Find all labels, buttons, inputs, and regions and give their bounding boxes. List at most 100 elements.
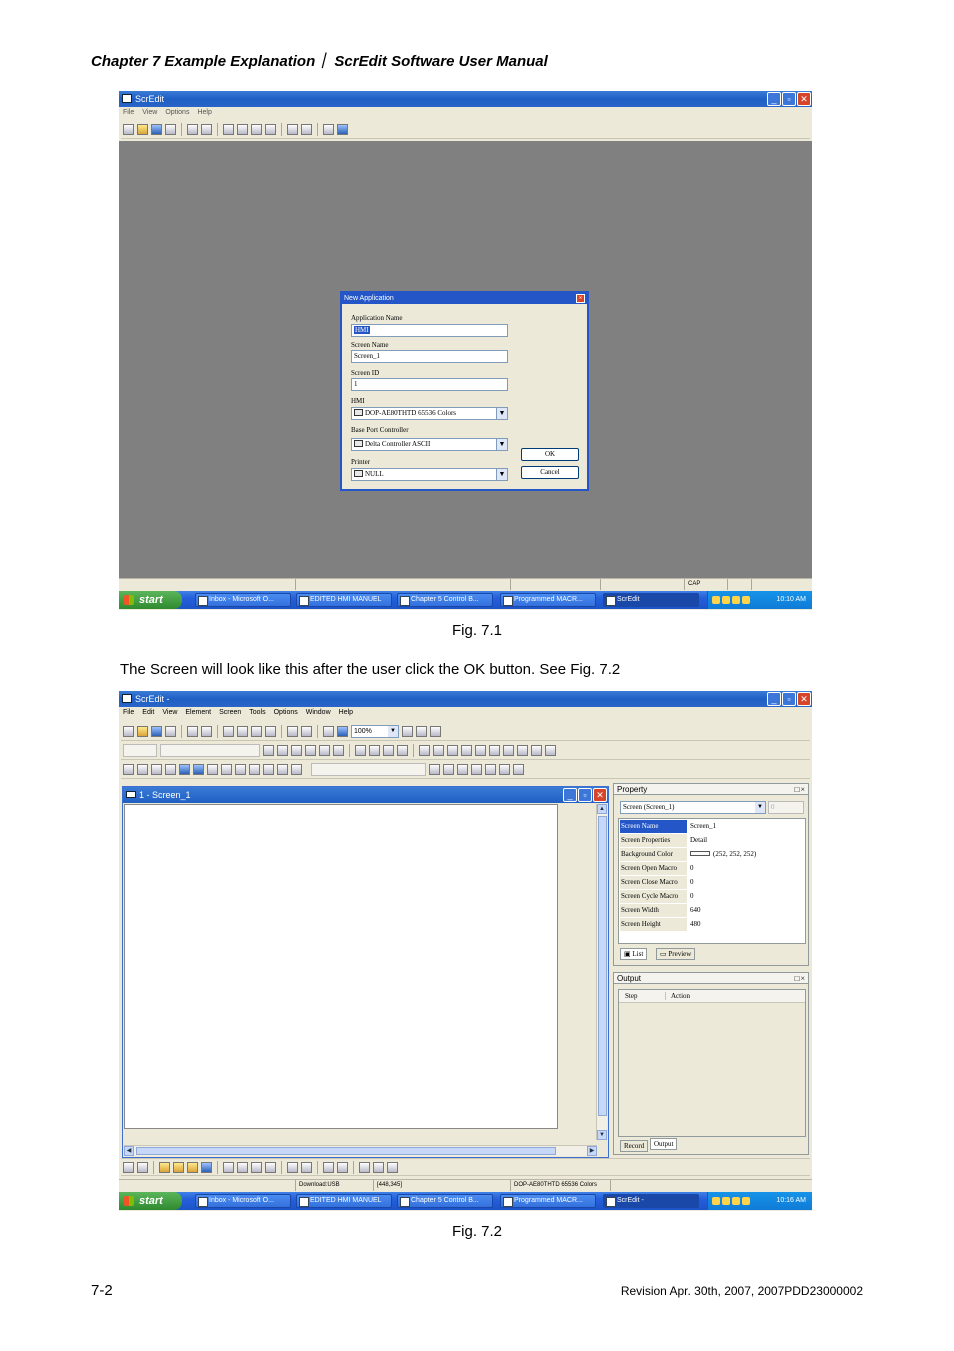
task-programmed-macro[interactable]: Programmed MACR... bbox=[500, 593, 596, 607]
property-row[interactable]: Screen Open Macro 0 bbox=[620, 862, 806, 875]
layer-up-icon[interactable] bbox=[503, 745, 514, 756]
element-select[interactable] bbox=[311, 763, 426, 776]
align-right-icon[interactable] bbox=[291, 745, 302, 756]
underline-icon[interactable] bbox=[397, 745, 408, 756]
backward-icon[interactable] bbox=[201, 1161, 212, 1173]
task-inbox[interactable]: Inbox - Microsoft O... bbox=[195, 593, 291, 607]
minimize-button[interactable]: _ bbox=[767, 692, 781, 706]
tray-icon[interactable] bbox=[712, 596, 720, 604]
tray-icon[interactable] bbox=[722, 596, 730, 604]
start-button[interactable]: start bbox=[119, 591, 182, 609]
input-element-icon[interactable] bbox=[249, 764, 260, 775]
transform-icon[interactable] bbox=[447, 745, 458, 756]
cut-icon[interactable] bbox=[223, 726, 234, 737]
save-icon[interactable] bbox=[151, 124, 162, 135]
font-color-icon[interactable] bbox=[355, 745, 366, 756]
paste-icon[interactable] bbox=[251, 726, 262, 737]
redo-icon[interactable] bbox=[201, 124, 212, 135]
fill-icon[interactable] bbox=[433, 745, 444, 756]
print-icon[interactable] bbox=[323, 124, 334, 135]
screen-canvas[interactable] bbox=[124, 804, 558, 1129]
lamp-element-icon[interactable] bbox=[193, 764, 204, 775]
tray-icon[interactable] bbox=[722, 1197, 730, 1205]
tab-preview[interactable]: ▭ Preview bbox=[656, 948, 696, 960]
same-height-icon[interactable] bbox=[301, 1161, 312, 1173]
property-row[interactable]: Screen Name Screen_1 bbox=[620, 820, 806, 833]
screen-icon[interactable] bbox=[287, 124, 298, 135]
export-icon[interactable] bbox=[165, 726, 176, 737]
bold-icon[interactable] bbox=[369, 745, 380, 756]
pipe-element-icon[interactable] bbox=[165, 764, 176, 775]
scroll-thumb[interactable] bbox=[136, 1147, 556, 1155]
scroll-right-icon[interactable]: ▶ bbox=[587, 1146, 597, 1156]
font-select[interactable] bbox=[160, 744, 260, 757]
unlock-icon[interactable] bbox=[545, 745, 556, 756]
object-number[interactable]: 0 bbox=[768, 801, 804, 814]
chevron-down-icon[interactable]: ▼ bbox=[496, 469, 507, 480]
space-vertical-icon[interactable] bbox=[337, 1161, 348, 1173]
scroll-down-icon[interactable]: ▼ bbox=[597, 1130, 607, 1140]
align-left-icon[interactable] bbox=[263, 745, 274, 756]
screen-open-icon[interactable] bbox=[301, 124, 312, 135]
menu-edit[interactable]: Edit bbox=[142, 707, 154, 719]
horizontal-scrollbar[interactable]: ◀ ▶ bbox=[124, 1145, 597, 1156]
display-element-icon[interactable] bbox=[221, 764, 232, 775]
scroll-thumb[interactable] bbox=[598, 816, 607, 1116]
screen-open-icon[interactable] bbox=[301, 726, 312, 737]
zoom-out-icon[interactable] bbox=[416, 726, 427, 737]
print-icon[interactable] bbox=[323, 726, 334, 737]
task-chapter5[interactable]: Chapter 5 Control B... bbox=[397, 1194, 493, 1208]
transfer-icon[interactable] bbox=[513, 764, 524, 775]
paste-icon[interactable] bbox=[251, 124, 262, 135]
property-row[interactable]: Screen Width 640 bbox=[620, 904, 806, 917]
button-element-icon[interactable] bbox=[123, 764, 134, 775]
dialog-close-icon[interactable]: × bbox=[576, 294, 585, 303]
find-icon[interactable] bbox=[265, 124, 276, 135]
help-icon[interactable] bbox=[337, 726, 348, 737]
italic-icon[interactable] bbox=[383, 745, 394, 756]
ok-button[interactable]: OK bbox=[521, 448, 579, 461]
pen-icon[interactable] bbox=[419, 745, 430, 756]
menu-element[interactable]: Element bbox=[185, 707, 211, 719]
task-scredit[interactable]: ScrEdit - bbox=[603, 1194, 699, 1208]
select-icon[interactable] bbox=[137, 1161, 148, 1173]
meter-element-icon[interactable] bbox=[137, 764, 148, 775]
alarm-element-icon[interactable] bbox=[277, 764, 288, 775]
new-icon[interactable] bbox=[123, 726, 134, 737]
tray-icon[interactable] bbox=[732, 596, 740, 604]
menu-view[interactable]: View bbox=[162, 707, 177, 719]
redo-icon[interactable] bbox=[201, 726, 212, 737]
controller-select[interactable]: Delta Controller ASCII ▼ bbox=[351, 438, 508, 451]
align-middle-icon[interactable] bbox=[319, 745, 330, 756]
align-left-edge-icon[interactable] bbox=[223, 1161, 234, 1173]
forward-icon[interactable] bbox=[187, 1161, 198, 1173]
curve-element-icon[interactable] bbox=[235, 764, 246, 775]
maximize-button[interactable]: ▫ bbox=[782, 92, 796, 106]
task-inbox[interactable]: Inbox - Microsoft O... bbox=[195, 1194, 291, 1208]
menu-help[interactable]: Help bbox=[339, 707, 353, 719]
close-button[interactable]: ✕ bbox=[593, 788, 607, 802]
task-edited-manual[interactable]: EDITED HMI MANUEL bbox=[296, 593, 392, 607]
menu-options[interactable]: Options bbox=[165, 107, 189, 119]
layer-down-icon[interactable] bbox=[517, 745, 528, 756]
center-vertical-icon[interactable] bbox=[373, 1161, 384, 1173]
task-programmed-macro[interactable]: Programmed MACR... bbox=[500, 1194, 596, 1208]
select-all-icon[interactable] bbox=[123, 1161, 134, 1173]
menu-options[interactable]: Options bbox=[274, 707, 298, 719]
cut-icon[interactable] bbox=[223, 124, 234, 135]
same-width-icon[interactable] bbox=[287, 1161, 298, 1173]
menu-tools[interactable]: Tools bbox=[249, 707, 265, 719]
chevron-down-icon[interactable]: ▼ bbox=[755, 802, 765, 813]
ungroup-icon[interactable] bbox=[475, 745, 486, 756]
tray-icon[interactable] bbox=[742, 1197, 750, 1205]
help-icon[interactable] bbox=[337, 124, 348, 135]
tray-icon[interactable] bbox=[742, 596, 750, 604]
zoom-select[interactable]: 100% ▼ bbox=[351, 725, 399, 738]
align-right-edge-icon[interactable] bbox=[237, 1161, 248, 1173]
bring-front-icon[interactable] bbox=[159, 1161, 170, 1173]
close-button[interactable]: ✕ bbox=[797, 692, 811, 706]
menu-view[interactable]: View bbox=[142, 107, 157, 119]
start-button[interactable]: start bbox=[119, 1192, 182, 1210]
screen-icon[interactable] bbox=[287, 726, 298, 737]
chevron-down-icon[interactable]: ▼ bbox=[496, 408, 507, 419]
